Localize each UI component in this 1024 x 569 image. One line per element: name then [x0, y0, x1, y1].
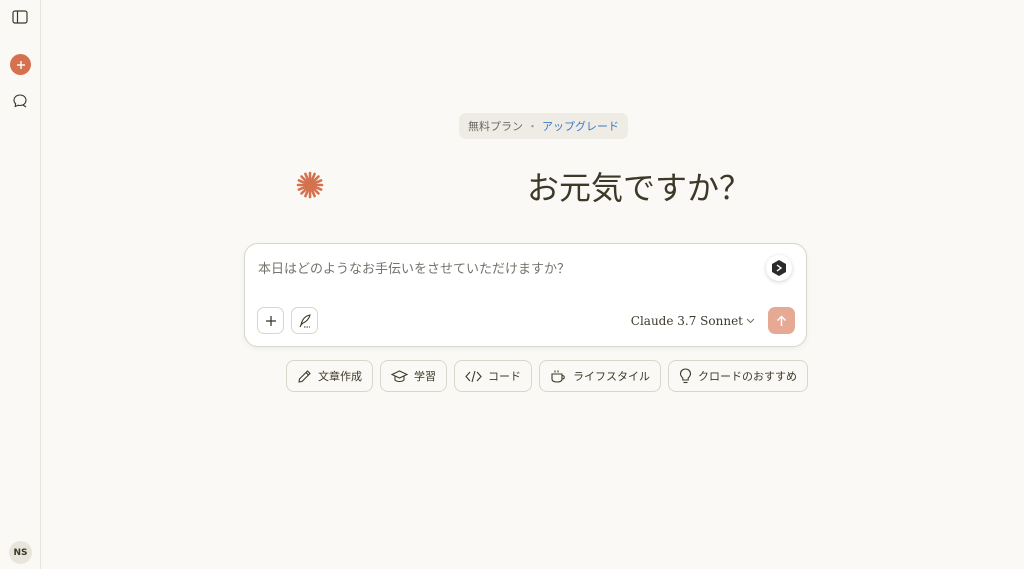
plan-label: 無料プラン: [468, 120, 523, 133]
extension-button[interactable]: [766, 255, 792, 281]
chip-learning[interactable]: 学習: [380, 360, 447, 392]
writing-style-button[interactable]: [291, 307, 318, 334]
greeting-heading: お元気ですか？: [527, 169, 752, 207]
sidebar-toggle-button[interactable]: [8, 5, 32, 29]
chip-label: ライフスタイル: [573, 370, 650, 383]
sidebar: NS: [0, 0, 41, 569]
chat-bubble-icon: [13, 94, 27, 108]
user-avatar[interactable]: NS: [9, 541, 32, 564]
send-button[interactable]: [768, 307, 795, 334]
message-composer[interactable]: 本日はどのようなお手伝いをさせていただけますか？ Claude 3.7 Sonn…: [244, 243, 807, 347]
chip-lifestyle[interactable]: ライフスタイル: [539, 360, 661, 392]
model-selector[interactable]: Claude 3.7 Sonnet: [631, 312, 755, 330]
chip-label: 文章作成: [318, 370, 362, 383]
new-chat-button[interactable]: [10, 54, 31, 75]
claude-logo-icon: [296, 171, 324, 199]
chip-label: クロードのおすすめ: [698, 370, 797, 383]
arrow-up-icon: [777, 315, 786, 326]
plus-icon: [16, 60, 25, 69]
plan-separator: ・: [527, 120, 538, 133]
chip-code[interactable]: コード: [454, 360, 532, 392]
coffee-cup-icon: [551, 370, 565, 383]
sidebar-toggle-icon: [12, 10, 28, 24]
lightbulb-icon: [679, 368, 692, 384]
model-name: Claude 3.7 Sonnet: [630, 314, 743, 328]
pencil-icon: [298, 369, 311, 383]
extension-icon: [772, 260, 786, 276]
chip-claude-picks[interactable]: クロードのおすすめ: [668, 360, 808, 392]
plan-banner: 無料プラン ・ アップグレード: [459, 113, 628, 139]
graduation-cap-icon: [391, 369, 408, 382]
message-input[interactable]: 本日はどのようなお手伝いをさせていただけますか？: [258, 258, 570, 277]
chevron-down-icon: [746, 318, 755, 324]
add-attachment-button[interactable]: [257, 307, 284, 334]
upgrade-link[interactable]: アップグレード: [542, 118, 619, 134]
suggestion-chips: 文章作成 学習 コード ライフスタイル クロードのおすすめ: [286, 360, 808, 392]
chip-label: コード: [488, 370, 521, 383]
quill-pen-icon: [299, 313, 311, 327]
plus-icon: [265, 315, 276, 326]
code-icon: [465, 370, 482, 382]
chip-label: 学習: [414, 370, 436, 383]
chats-button[interactable]: [8, 89, 32, 113]
chip-writing[interactable]: 文章作成: [286, 360, 373, 392]
